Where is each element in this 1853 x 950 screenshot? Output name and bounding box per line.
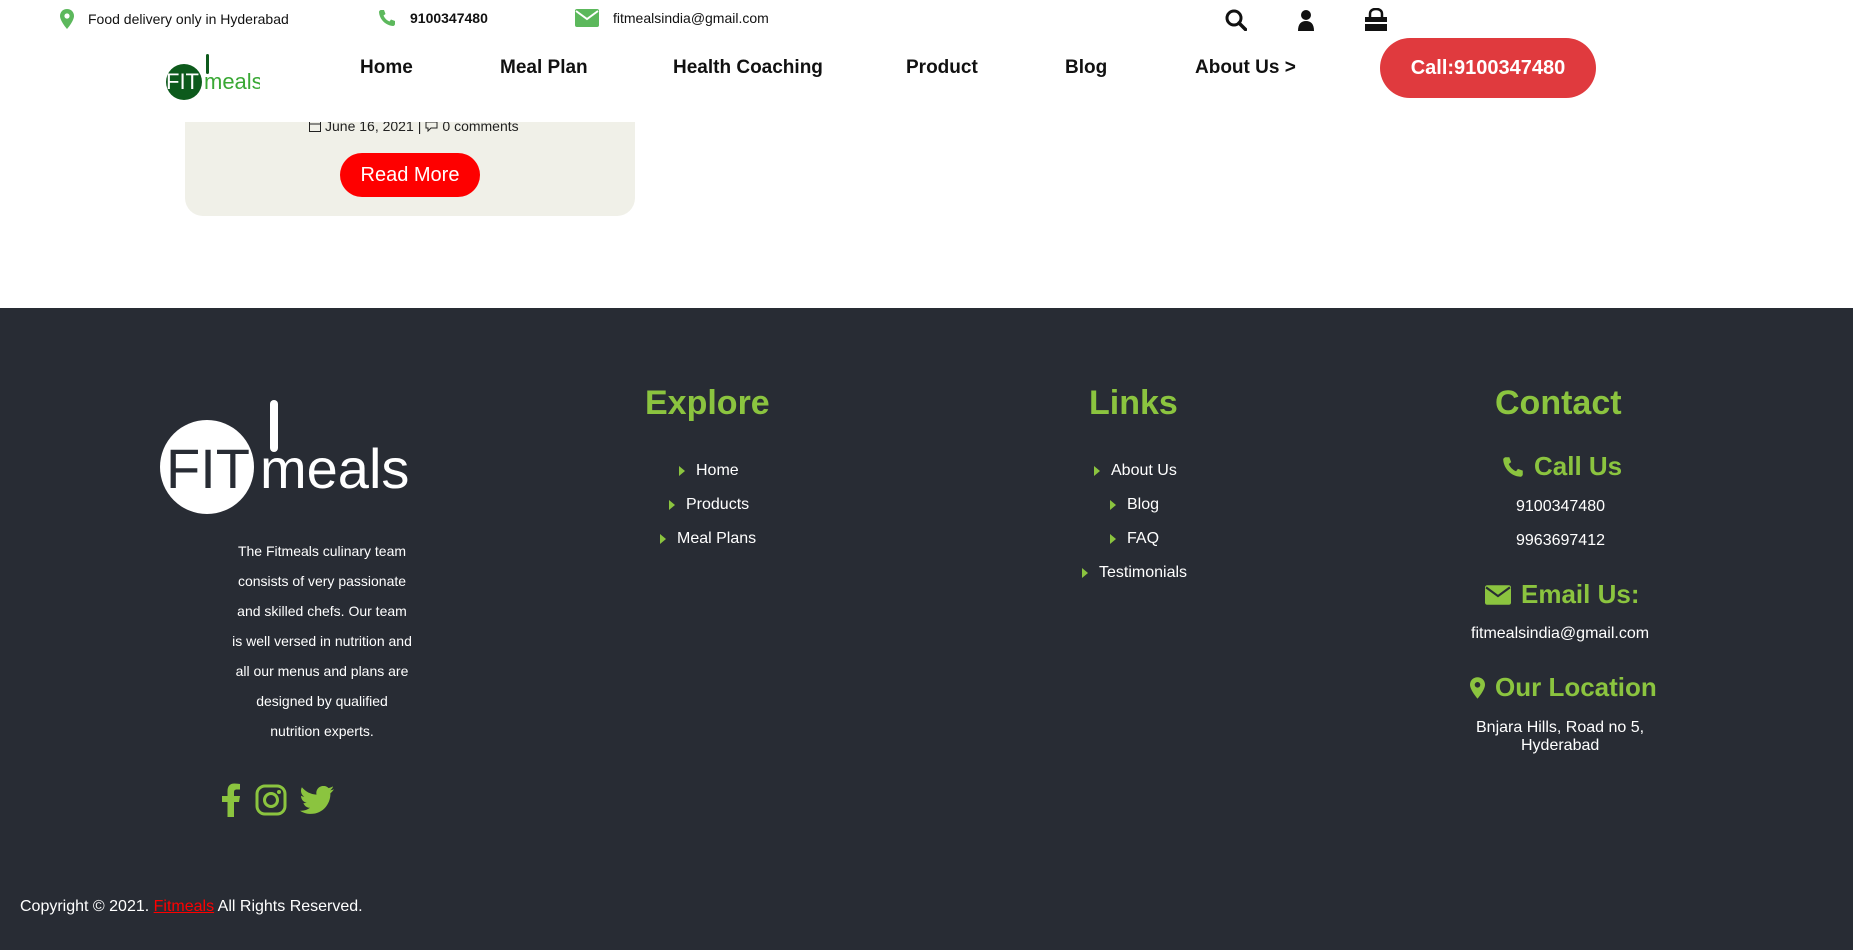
svg-text:FIT: FIT bbox=[166, 69, 199, 94]
twitter-icon bbox=[300, 786, 334, 814]
facebook-link[interactable] bbox=[213, 782, 249, 818]
explore-title: Explore bbox=[645, 384, 770, 422]
instagram-link[interactable] bbox=[253, 782, 289, 818]
caret-right-icon bbox=[660, 534, 666, 544]
location-heading: Our Location bbox=[1470, 672, 1657, 703]
phone-icon bbox=[379, 10, 395, 26]
nav-blog[interactable]: Blog bbox=[1065, 57, 1107, 79]
cart-button[interactable] bbox=[1361, 6, 1391, 34]
shopping-bag-icon bbox=[1365, 8, 1387, 31]
footer-link-label: About Us bbox=[1111, 462, 1177, 479]
nav-home[interactable]: Home bbox=[360, 57, 413, 79]
email-address: fitmealsindia@gmail.com bbox=[613, 10, 769, 26]
copyright-prefix: Copyright © 2021. bbox=[20, 898, 150, 915]
delivery-text: Food delivery only in Hyderabad bbox=[88, 11, 289, 27]
top-info-bar: Food delivery only in Hyderabad 91003474… bbox=[0, 0, 1853, 38]
address-line-2: Hyderabad bbox=[1521, 737, 1600, 754]
nav-about-us[interactable]: About Us > bbox=[1195, 57, 1296, 79]
nav-health-coaching[interactable]: Health Coaching bbox=[673, 57, 823, 79]
copyright-suffix: All Rights Reserved. bbox=[217, 898, 363, 915]
about-text: The Fitmeals culinary team consists of v… bbox=[232, 543, 412, 739]
contact-phone-1[interactable]: 9100347480 bbox=[1516, 498, 1605, 516]
envelope-icon bbox=[1485, 584, 1511, 605]
email-info[interactable]: fitmealsindia@gmail.com bbox=[575, 9, 769, 27]
footer-link-label: Home bbox=[696, 462, 739, 479]
footer: FIT meals The Fitmeals culinary team con… bbox=[0, 308, 1853, 950]
svg-text:meals: meals bbox=[204, 69, 260, 94]
caret-right-icon bbox=[1094, 466, 1100, 476]
caret-right-icon bbox=[1110, 534, 1116, 544]
footer-link-label: Blog bbox=[1127, 496, 1160, 513]
footer-logo[interactable]: FIT meals bbox=[160, 400, 408, 530]
location-label: Our Location bbox=[1495, 672, 1657, 702]
envelope-icon bbox=[575, 9, 599, 27]
footer-link-faq[interactable]: FAQ bbox=[1110, 530, 1159, 548]
footer-link-label: Meal Plans bbox=[677, 530, 757, 547]
twitter-link[interactable] bbox=[299, 782, 335, 818]
footer-link-products[interactable]: Products bbox=[669, 496, 749, 514]
footer-link-about-us[interactable]: About Us bbox=[1094, 462, 1177, 480]
copyright-brand-link[interactable]: Fitmeals bbox=[154, 898, 214, 915]
contact-email[interactable]: fitmealsindia@gmail.com bbox=[1471, 625, 1649, 643]
contact-title: Contact bbox=[1495, 384, 1622, 422]
footer-link-label: FAQ bbox=[1127, 530, 1160, 547]
map-marker-icon bbox=[60, 9, 74, 29]
caret-right-icon bbox=[1082, 568, 1088, 578]
call-button[interactable]: Call:9100347480 bbox=[1380, 38, 1596, 98]
phone-number: 9100347480 bbox=[410, 10, 488, 26]
svg-text:meals: meals bbox=[260, 437, 408, 500]
call-us-label: Call Us bbox=[1534, 451, 1623, 481]
contact-phone-2[interactable]: 9963697412 bbox=[1516, 532, 1605, 550]
delivery-info: Food delivery only in Hyderabad bbox=[60, 9, 289, 29]
footer-link-blog[interactable]: Blog bbox=[1110, 496, 1159, 514]
footer-link-label: Products bbox=[686, 496, 750, 513]
search-icon bbox=[1225, 9, 1247, 31]
footer-link-meal-plans[interactable]: Meal Plans bbox=[660, 530, 756, 548]
account-button[interactable] bbox=[1291, 6, 1321, 34]
instagram-icon bbox=[255, 784, 287, 816]
svg-text:FIT: FIT bbox=[166, 437, 250, 500]
links-title: Links bbox=[1089, 384, 1178, 422]
footer-link-testimonials[interactable]: Testimonials bbox=[1082, 564, 1187, 582]
caret-right-icon bbox=[1110, 500, 1116, 510]
main-navbar: FIT meals Home Meal Plan Health Coaching… bbox=[0, 38, 1853, 122]
email-us-heading: Email Us: bbox=[1485, 579, 1640, 610]
address-line-1: Bnjara Hills, Road no 5, bbox=[1476, 719, 1645, 736]
footer-link-home[interactable]: Home bbox=[679, 462, 739, 480]
footer-link-label: Testimonials bbox=[1099, 564, 1188, 581]
read-more-button[interactable]: Read More bbox=[340, 153, 480, 197]
copyright: Copyright © 2021. Fitmeals All Rights Re… bbox=[20, 898, 363, 916]
fitmeals-logo[interactable]: FIT meals bbox=[164, 54, 260, 100]
nav-product[interactable]: Product bbox=[906, 57, 978, 79]
search-button[interactable] bbox=[1221, 6, 1251, 34]
phone-icon bbox=[1503, 456, 1523, 477]
nav-meal-plan[interactable]: Meal Plan bbox=[500, 57, 588, 79]
caret-right-icon bbox=[679, 466, 685, 476]
facebook-icon bbox=[222, 783, 240, 817]
call-us-heading: Call Us bbox=[1502, 451, 1622, 482]
caret-right-icon bbox=[669, 500, 675, 510]
email-us-label: Email Us: bbox=[1521, 579, 1640, 609]
phone-info[interactable]: 9100347480 bbox=[378, 9, 488, 27]
map-marker-icon bbox=[1470, 676, 1485, 699]
user-icon bbox=[1298, 10, 1314, 31]
